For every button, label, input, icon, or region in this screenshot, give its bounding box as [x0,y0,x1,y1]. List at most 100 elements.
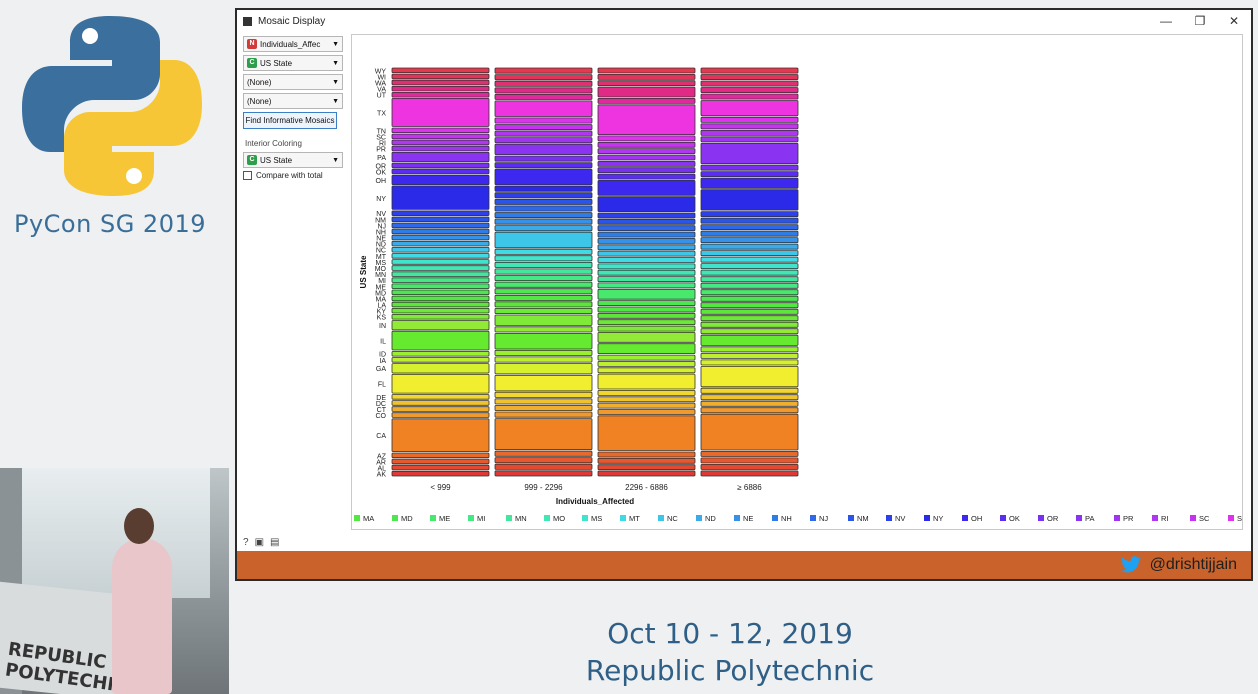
variable-select-2[interactable]: C US State ▼ [243,55,343,71]
mosaic-tile [494,155,593,162]
legend-label: PA [1085,514,1094,523]
status-strip: @drishtijjain [237,551,1251,579]
mosaic-tile [597,331,696,343]
legend-label: SC [1199,514,1210,523]
mosaic-tile [391,277,490,283]
mosaic-tile [700,365,799,388]
legend-swatch [354,515,360,521]
row-label: IL [380,339,386,346]
variable-select-4[interactable]: (None) ▼ [243,93,343,109]
mosaic-tile [700,289,799,296]
mosaic-tile [597,269,696,276]
variable-select-1[interactable]: N Individuals_Affec ▼ [243,36,343,52]
compare-checkbox[interactable] [243,171,252,180]
mosaic-tile [391,185,490,210]
mosaic-tile [700,129,799,136]
mosaic-tile [700,400,799,407]
close-icon[interactable]: ✕ [1217,14,1251,28]
column-label: 2296 - 6886 [625,483,668,492]
legend-swatch [924,515,930,521]
mosaic-tile [700,463,799,470]
mosaic-tile [597,218,696,225]
mosaic-tile [391,79,490,86]
mosaic-tile [391,289,490,296]
legend-label: NY [933,514,943,523]
mosaic-tile [391,127,490,134]
row-label: GA [376,366,386,373]
interior-coloring-select[interactable]: C US State ▼ [243,152,343,168]
mosaic-tile [494,307,593,314]
restore-icon[interactable]: ❐ [1183,14,1217,28]
legend-swatch [430,515,436,521]
mosaic-tile [700,74,799,80]
mosaic-tile [391,295,490,302]
mosaic-tile [597,415,696,451]
legend-swatch [620,515,626,521]
mosaic-tile [494,162,593,169]
mosaic-tile [597,80,696,87]
mosaic-tile [494,301,593,308]
mosaic-tile [391,330,490,351]
mosaic-tile [391,458,490,465]
mosaic-tile [700,93,799,100]
mosaic-tile [700,413,799,451]
legend-swatch [1000,515,1006,521]
column-label: < 999 [430,483,451,492]
mosaic-tile [700,346,799,353]
legend-label: NH [781,514,792,523]
report-icon[interactable]: ▤ [270,537,279,548]
mosaic-tile [391,350,490,357]
mosaic-tile [700,100,799,117]
mosaic-tile [597,154,696,161]
mosaic-tile [391,133,490,140]
interior-coloring-value: US State [260,155,293,165]
mosaic-tile [700,321,799,328]
mosaic-tile [700,450,799,457]
help-icon[interactable]: ? [243,537,249,548]
mosaic-tile [597,67,696,74]
mosaic-tile [391,301,490,308]
mosaic-tile [700,217,799,224]
minimize-icon[interactable]: — [1149,14,1183,28]
mosaic-tile [700,116,799,123]
legend-swatch [392,515,398,521]
legend-swatch [658,515,664,521]
column-label: 999 - 2296 [524,483,563,492]
mosaic-tile [494,288,593,295]
mosaic-tile [494,225,593,232]
compare-with-total-option[interactable]: Compare with total [243,171,343,180]
mosaic-tile [391,162,490,169]
mosaic-tile [597,98,696,104]
legend-label: MI [477,514,485,523]
mosaic-tile [597,325,696,332]
mosaic-tile [700,243,799,250]
mosaic-tile [494,168,593,186]
mosaic-tile [391,470,490,477]
mosaic-tile [494,418,593,451]
mosaic-tile [391,313,490,320]
row-label: NY [376,196,386,203]
mosaic-tile [494,332,593,350]
mosaic-tile [494,275,593,282]
mosaic-tile [597,167,696,174]
mosaic-tile [597,396,696,403]
variable-select-3[interactable]: (None) ▼ [243,74,343,90]
legend-swatch [544,515,550,521]
mosaic-tile [700,295,799,302]
save-icon[interactable]: ▣ [255,537,264,548]
legend-swatch [1038,515,1044,521]
mosaic-tile [391,320,490,331]
mosaic-tile [494,450,593,457]
mosaic-tile [597,312,696,319]
mosaic-tile [494,457,593,464]
mosaic-tile [700,256,799,263]
legend-label: OK [1009,514,1020,523]
mosaic-tile [700,177,799,189]
mosaic-tile [391,259,490,265]
legend-label: RI [1161,514,1169,523]
mosaic-tile [597,319,696,326]
row-label: AK [377,472,387,479]
row-label: TX [377,111,386,118]
legend-label: OR [1047,514,1059,523]
find-informative-mosaics-button[interactable]: Find Informative Mosaics [243,112,337,129]
